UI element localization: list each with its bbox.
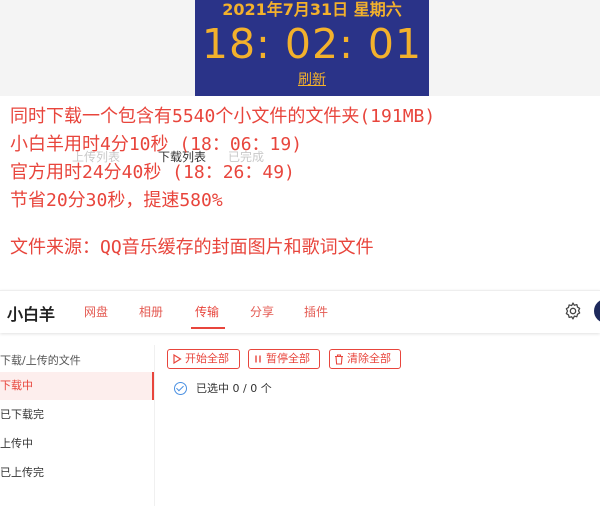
nav-share[interactable]: 分享 bbox=[250, 303, 274, 320]
app-name: 小白羊 bbox=[7, 305, 56, 324]
clear-all-label: 清除全部 bbox=[347, 352, 391, 365]
pause-all-button[interactable]: 暂停全部 bbox=[248, 349, 320, 369]
active-tab-indicator bbox=[191, 327, 225, 329]
clock-widget: 2021年7月31日 星期六 18: 02: 01 刷新 bbox=[195, 0, 429, 96]
nav-album[interactable]: 相册 bbox=[139, 303, 163, 320]
overlay-line: 节省20分30秒，提速580% bbox=[10, 190, 223, 211]
overlay-line: 同时下载一个包含有5540个小文件的文件夹(191MB) bbox=[10, 106, 436, 127]
sidebar-divider bbox=[154, 345, 155, 506]
gear-icon[interactable] bbox=[563, 301, 583, 321]
sidebar-item-downloaded[interactable]: 已下载完 bbox=[0, 401, 154, 429]
sidebar-item-downloading[interactable]: 下载中 bbox=[0, 372, 154, 400]
overlay-line: 小白羊用时4分10秒 (18：06：19) bbox=[10, 134, 303, 155]
sidebar-item-uploaded[interactable]: 已上传完 bbox=[0, 459, 154, 487]
overlay-line: 文件来源：QQ音乐缓存的封面图片和歌词文件 bbox=[10, 237, 374, 258]
start-all-button[interactable]: 开始全部 bbox=[167, 349, 240, 369]
select-all-checkbox[interactable] bbox=[174, 381, 187, 395]
nav-plugins[interactable]: 插件 bbox=[304, 303, 328, 320]
play-icon bbox=[173, 354, 182, 364]
overlay-line: 官方用时24分40秒 (18：26：49) bbox=[10, 162, 295, 183]
selection-row: 已选中 0 / 0 个 bbox=[174, 380, 272, 396]
refresh-link[interactable]: 刷新 bbox=[195, 70, 429, 90]
pause-all-label: 暂停全部 bbox=[266, 352, 310, 365]
trash-icon bbox=[335, 353, 343, 365]
clock-time: 18: 02: 01 bbox=[201, 20, 423, 68]
app-header: 小白羊 网盘 相册 传输 分享 插件 bbox=[0, 290, 600, 333]
sidebar-item-uploading[interactable]: 上传中 bbox=[0, 430, 154, 458]
nav-transfer[interactable]: 传输 bbox=[195, 303, 219, 320]
overlay-annotation: 同时下载一个包含有5540个小文件的文件夹(191MB) 小白羊用时4分10秒 … bbox=[10, 103, 435, 262]
start-all-label: 开始全部 bbox=[185, 352, 229, 365]
overlay-spacer bbox=[10, 215, 435, 234]
pause-icon bbox=[255, 355, 261, 363]
sidebar-title: 下载/上传的文件 bbox=[0, 354, 81, 367]
selection-count: 已选中 0 / 0 个 bbox=[196, 382, 272, 395]
nav-drive[interactable]: 网盘 bbox=[84, 303, 108, 320]
avatar[interactable] bbox=[594, 299, 600, 323]
clock-date: 2021年7月31日 星期六 bbox=[222, 0, 402, 19]
clear-all-button[interactable]: 清除全部 bbox=[329, 349, 401, 369]
